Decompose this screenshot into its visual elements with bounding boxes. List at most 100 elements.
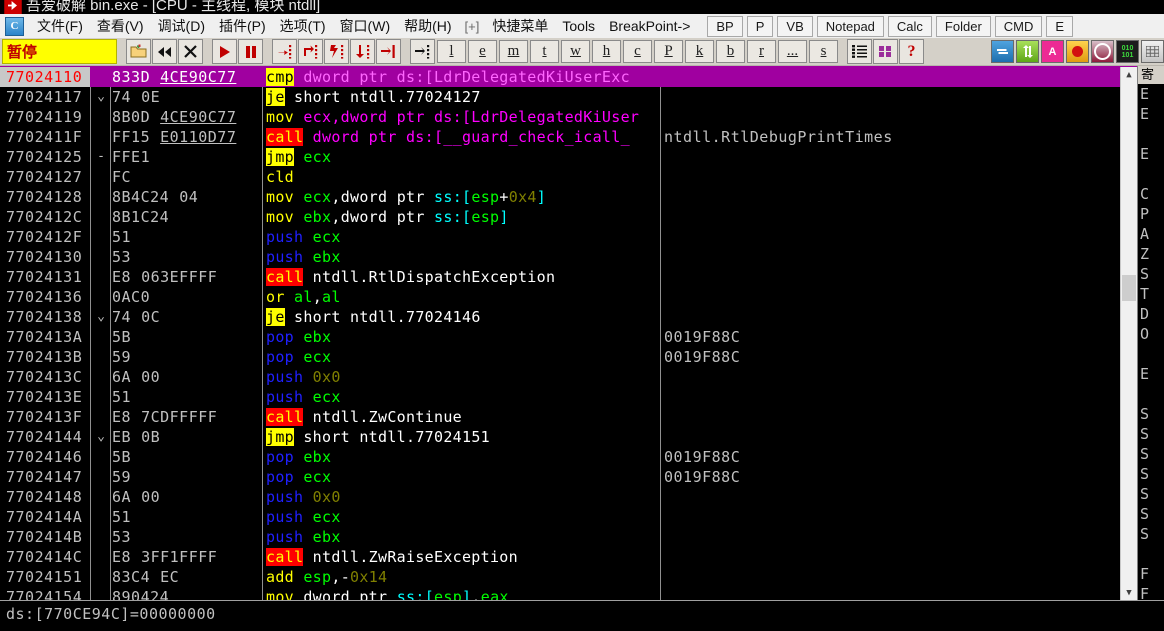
restart-icon[interactable]	[152, 39, 177, 64]
menu-item-file[interactable]: 文件(F)	[30, 14, 90, 38]
disassembly-list[interactable]: 77024110 833D 4CE90C77 cmp dword ptr ds:[Ld…	[0, 67, 1121, 601]
button-r[interactable]: r	[747, 40, 776, 63]
button-k[interactable]: k	[685, 40, 714, 63]
toolbutton-calc[interactable]: Calc	[887, 15, 932, 37]
button-w[interactable]: w	[561, 40, 590, 63]
pause-icon[interactable]	[238, 39, 263, 64]
disassembly-row[interactable]: 77024128 8B4C24 04 mov ecx,dword ptr ss:[es…	[0, 187, 1121, 207]
disassembly-row[interactable]: 77024125- FFE1 jmp ecx	[0, 147, 1121, 167]
disassembly-row[interactable]: 77024154 890424 mov dword ptr ss:[esp],eax	[0, 587, 1121, 601]
toolbutton-bp[interactable]: BP	[707, 15, 743, 37]
button-patch[interactable]: P	[654, 40, 683, 63]
a-icon[interactable]: A	[1041, 40, 1064, 63]
row-address: 77024148	[6, 488, 83, 506]
button-b[interactable]: b	[716, 40, 745, 63]
menu-item-view[interactable]: 查看(V)	[90, 14, 151, 38]
disassembly-row[interactable]: 77024127 FC cld	[0, 167, 1121, 187]
animate-icon[interactable]	[410, 39, 435, 64]
button-e[interactable]: e	[468, 40, 497, 63]
menu-item-breakpoint[interactable]: BreakPoint->	[602, 16, 697, 36]
swap-icon[interactable]	[991, 40, 1014, 63]
disassembly-row[interactable]: 7702414A 51 push ecx	[0, 507, 1121, 527]
disassembly-row[interactable]: 77024110 833D 4CE90C77 cmp dword ptr ds:[Ld…	[0, 67, 1121, 87]
scroll-up-arrow[interactable]: ▲	[1121, 67, 1137, 83]
disassembly-row[interactable]: 7702413E 51 push ecx	[0, 387, 1121, 407]
disassembly-row[interactable]: 77024119 8B0D 4CE90C77 mov ecx,dword ptr ds…	[0, 107, 1121, 127]
disassembly-row[interactable]: 77024148 6A 00 push 0x0	[0, 487, 1121, 507]
toolbutton-cmd[interactable]: CMD	[994, 15, 1043, 37]
scroll-down-arrow[interactable]: ▼	[1121, 585, 1137, 601]
row-bytes: 83C4 EC	[112, 568, 180, 586]
menu-item-plus[interactable]: [+]	[459, 17, 486, 36]
disassembly-row[interactable]: 77024136 0AC0 or al,al	[0, 287, 1121, 307]
target-icon[interactable]	[1091, 40, 1114, 63]
disassembly-row[interactable]: 7702411F FF15 E0110D77 call dword ptr ds:[_…	[0, 127, 1121, 147]
row-address: 77024144	[6, 428, 83, 446]
menu-item-window[interactable]: 窗口(W)	[333, 14, 398, 38]
list-icon[interactable]	[847, 39, 872, 64]
button-m[interactable]: m	[499, 40, 528, 63]
menu-item-tools[interactable]: Tools	[555, 16, 602, 36]
button-c[interactable]: c	[623, 40, 652, 63]
menu-item-plugins[interactable]: 插件(P)	[212, 14, 273, 38]
button-more[interactable]: ...	[778, 40, 807, 63]
patch-icon[interactable]	[873, 39, 898, 64]
step-out-icon[interactable]	[376, 39, 401, 64]
menu-item-shortcut-menu[interactable]: 快捷菜单	[485, 14, 555, 38]
step-into-icon[interactable]	[272, 39, 297, 64]
disassembly-row[interactable]: 77024130 53 push ebx	[0, 247, 1121, 267]
grid-icon[interactable]	[1141, 40, 1164, 63]
open-folder-icon[interactable]	[126, 39, 151, 64]
step-branch-icon[interactable]	[324, 39, 349, 64]
disassembly-row[interactable]: 7702412F 51 push ecx	[0, 227, 1121, 247]
register-line: T	[1140, 285, 1150, 303]
menu-item-help[interactable]: 帮助(H)	[397, 14, 458, 38]
row-bytes: 8B1C24	[112, 208, 170, 226]
step-over-icon[interactable]	[298, 39, 323, 64]
close-icon[interactable]	[178, 39, 203, 64]
row-address: 7702413B	[6, 348, 83, 366]
disassembly-row[interactable]: 77024147 59 pop ecx 0019F88C	[0, 467, 1121, 487]
disassembly-row[interactable]: 7702413B 59 pop ecx 0019F88C	[0, 347, 1121, 367]
disassembly-rows[interactable]: 77024110 833D 4CE90C77 cmp dword ptr ds:[Ld…	[0, 67, 1121, 601]
run-icon[interactable]	[212, 39, 237, 64]
menu-item-options[interactable]: 选项(T)	[273, 14, 333, 38]
register-line: S	[1140, 465, 1150, 483]
toolbutton-vb[interactable]: VB	[777, 15, 813, 37]
button-e-label: e	[479, 43, 486, 59]
disassembly-row[interactable]: 77024151 83C4 EC add esp,-0x14	[0, 567, 1121, 587]
cpu-disassembly-pane[interactable]: 77024110 833D 4CE90C77 cmp dword ptr ds:[Ld…	[0, 66, 1137, 601]
disassembly-row[interactable]: 77024144 ⌄ EB 0B jmp short ntdll.77024151	[0, 427, 1121, 447]
toolbutton-folder[interactable]: Folder	[935, 15, 991, 37]
disassembly-row[interactable]: 7702414C E8 3FF1FFFF call ntdll.ZwRaiseExce…	[0, 547, 1121, 567]
disassembly-row[interactable]: 7702413C 6A 00 push 0x0	[0, 367, 1121, 387]
binary-icon[interactable]: 010 101	[1116, 40, 1139, 63]
disassembly-row[interactable]: 7702414B 53 push ebx	[0, 527, 1121, 547]
button-t[interactable]: t	[530, 40, 559, 63]
scrollbar-thumb[interactable]	[1122, 275, 1136, 301]
help-icon[interactable]: ?	[899, 39, 924, 64]
execute-till-return-icon[interactable]	[350, 39, 375, 64]
toolbutton-e[interactable]: E	[1046, 15, 1074, 37]
button-h[interactable]: h	[592, 40, 621, 63]
button-l[interactable]: l	[437, 40, 466, 63]
registers-pane[interactable]: 寄 EEECPAZSTDOESSSSSSSFF	[1137, 66, 1164, 600]
disassembly-row[interactable]: 77024131 E8 063EFFFF call ntdll.RtlDispatch…	[0, 267, 1121, 287]
menu-item-debug[interactable]: 调试(D)	[151, 14, 212, 38]
toolbutton-p[interactable]: P	[746, 15, 774, 37]
register-line: C	[1140, 185, 1150, 203]
app-icon	[4, 0, 22, 14]
toolbutton-notepad[interactable]: Notepad	[816, 15, 884, 37]
register-line: S	[1140, 505, 1150, 523]
red-dot-icon[interactable]	[1066, 40, 1089, 63]
disassembly-row[interactable]: 7702412C 8B1C24 mov ebx,dword ptr ss:[esp]	[0, 207, 1121, 227]
disassembly-row[interactable]: 77024117 ⌄ 74 0E je short ntdll.77024127	[0, 87, 1121, 107]
row-bytes: 8B0D 4CE90C77	[112, 108, 237, 126]
disassembly-scrollbar[interactable]: ▲ ▼	[1120, 67, 1137, 601]
button-s[interactable]: s	[809, 40, 838, 63]
disassembly-row[interactable]: 77024138 ⌄ 74 0C je short ntdll.77024146	[0, 307, 1121, 327]
disassembly-row[interactable]: 7702413A 5B pop ebx 0019F88C	[0, 327, 1121, 347]
disassembly-row[interactable]: 77024146 5B pop ebx 0019F88C	[0, 447, 1121, 467]
updown-icon[interactable]	[1016, 40, 1039, 63]
disassembly-row[interactable]: 7702413F E8 7CDFFFFF call ntdll.ZwContinue	[0, 407, 1121, 427]
